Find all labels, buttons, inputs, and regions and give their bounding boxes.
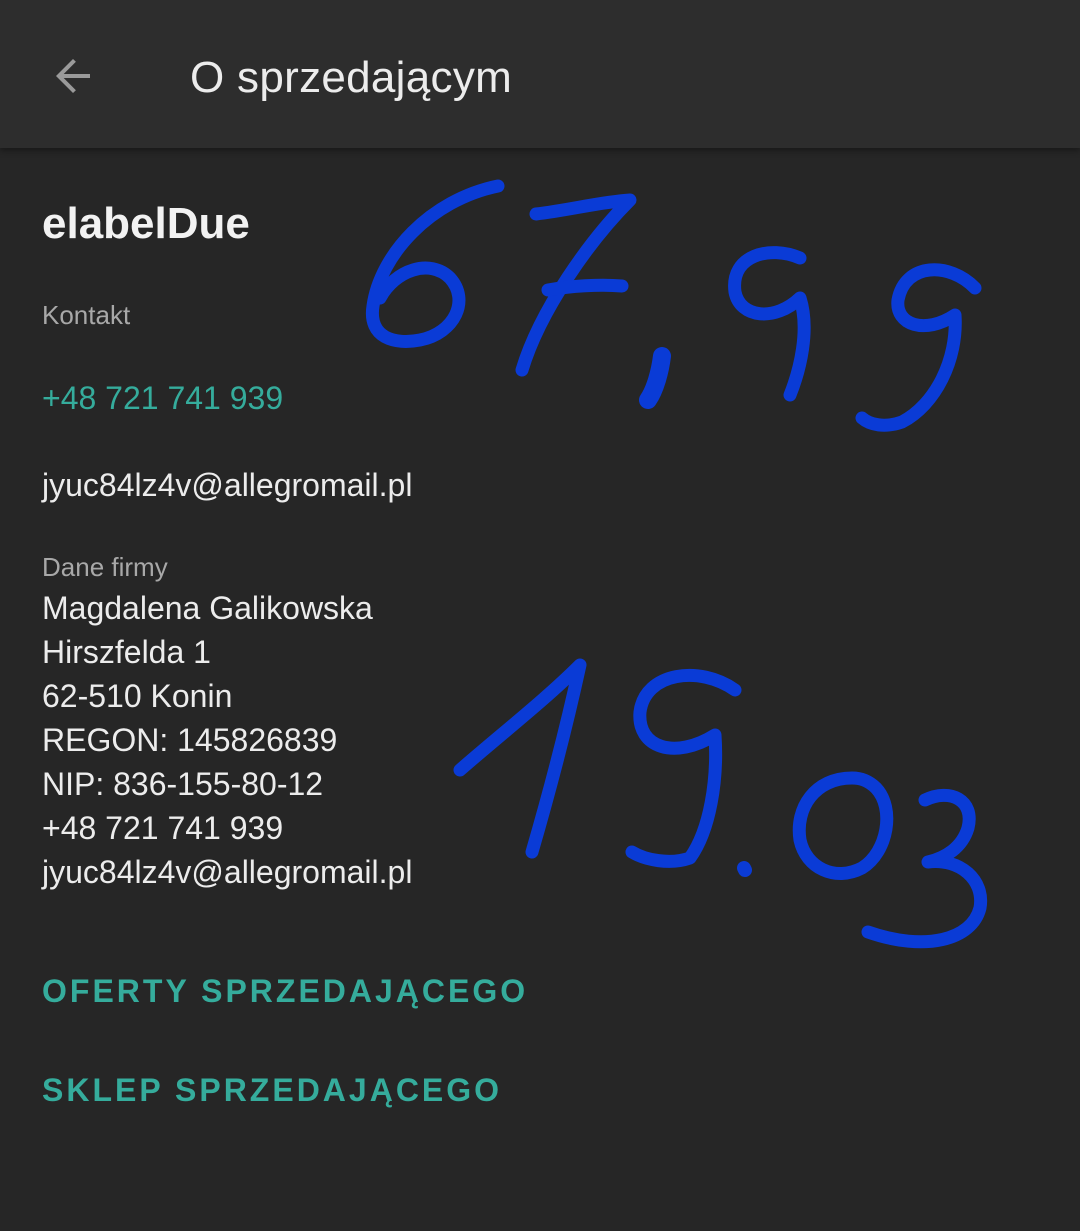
company-street: Hirszfelda 1	[42, 634, 211, 670]
company-email: jyuc84lz4v@allegromail.pl	[42, 854, 413, 890]
company-owner: Magdalena Galikowska	[42, 590, 373, 626]
company-phone: +48 721 741 939	[42, 810, 284, 846]
seller-shop-button[interactable]: SKLEP SPRZEDAJĄCEGO	[42, 1070, 502, 1110]
contact-section-label: Kontakt	[42, 300, 131, 330]
company-city: 62-510 Konin	[42, 678, 233, 714]
email-text: jyuc84lz4v@allegromail.pl	[42, 467, 413, 503]
company-section-label: Dane firmy	[42, 552, 168, 582]
arrow-back-icon	[50, 52, 98, 100]
seller-name: elabelDue	[42, 199, 250, 248]
back-button[interactable]	[38, 40, 110, 112]
company-nip: NIP: 836-155-80-12	[42, 766, 324, 802]
seller-info: elabelDue Kontakt +48 721 741 939 jyuc84…	[0, 148, 1080, 1231]
company-details: Magdalena Galikowska Hirszfelda 1 62-510…	[42, 586, 412, 894]
app-bar: O sprzedającym	[0, 0, 1080, 148]
phone-link[interactable]: +48 721 741 939	[42, 378, 283, 418]
page-title: O sprzedającym	[190, 53, 513, 102]
company-regon: REGON: 145826839	[42, 722, 338, 758]
seller-offers-button[interactable]: OFERTY SPRZEDAJĄCEGO	[42, 971, 528, 1011]
